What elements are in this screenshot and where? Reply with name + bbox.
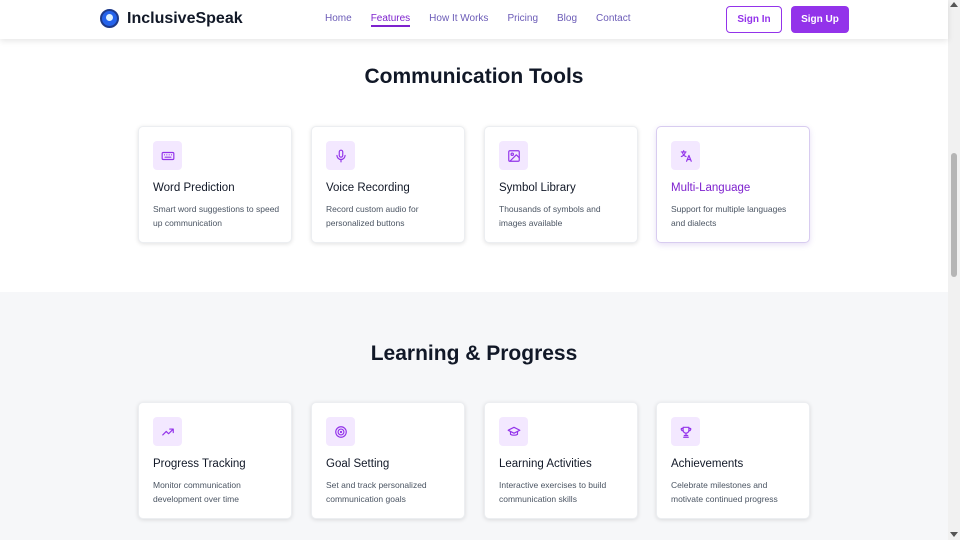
trophy-icon <box>671 417 700 446</box>
card-title: Multi-Language <box>671 182 751 194</box>
card-title: Symbol Library <box>499 182 576 194</box>
card-title: Learning Activities <box>499 458 592 470</box>
feature-card-goal-setting[interactable]: Goal Setting Set and track personalized … <box>311 402 465 519</box>
card-description: Interactive exercises to build communica… <box>499 480 607 504</box>
logo-icon <box>100 9 119 28</box>
top-navbar: InclusiveSpeak Home Features How It Work… <box>0 0 948 39</box>
card-title: Progress Tracking <box>153 458 246 470</box>
keyboard-icon <box>153 141 182 170</box>
scroll-up-arrow-icon[interactable] <box>950 2 958 7</box>
brand-name: InclusiveSpeak <box>127 9 243 27</box>
feature-card-achievements[interactable]: Achievements Celebrate milestones and mo… <box>656 402 810 519</box>
graduation-cap-icon <box>499 417 528 446</box>
vertical-scrollbar[interactable] <box>948 0 960 540</box>
feature-card-voice-recording[interactable]: Voice Recording Record custom audio for … <box>311 126 465 243</box>
nav-link-home[interactable]: Home <box>325 13 352 27</box>
feature-card-word-prediction[interactable]: Word Prediction Smart word suggestions t… <box>138 126 292 243</box>
card-description: Set and track personalized communication… <box>326 480 427 504</box>
nav-link-features[interactable]: Features <box>370 13 411 27</box>
card-title: Goal Setting <box>326 458 390 470</box>
feature-card-learning-activities[interactable]: Learning Activities Interactive exercise… <box>484 402 638 519</box>
scrollbar-thumb[interactable] <box>951 153 957 277</box>
feature-card-progress-tracking[interactable]: Progress Tracking Monitor communication … <box>138 402 292 519</box>
section-title: Learning & Progress <box>370 342 578 365</box>
nav-link-blog[interactable]: Blog <box>557 13 577 27</box>
card-description: Smart word suggestions to speed up commu… <box>153 204 280 228</box>
nav-links: Home Features How It Works Pricing Blog … <box>325 13 650 27</box>
feature-card-multi-language[interactable]: Multi-Language Support for multiple lang… <box>656 126 810 243</box>
card-title: Word Prediction <box>153 182 235 194</box>
microphone-icon <box>326 141 355 170</box>
sign-in-button[interactable]: Sign In <box>726 6 782 33</box>
learning-progress-section: Learning & Progress Progress Tracking Mo… <box>0 292 948 540</box>
communication-tools-section: Communication Tools Word Prediction Smar… <box>0 39 948 292</box>
nav-link-how-it-works[interactable]: How It Works <box>429 13 488 27</box>
sign-up-button[interactable]: Sign Up <box>791 6 849 33</box>
card-description: Monitor communication development over t… <box>153 480 241 504</box>
card-description: Record custom audio for personalized but… <box>326 204 419 228</box>
section-title: Communication Tools <box>364 65 584 88</box>
translate-icon <box>671 141 700 170</box>
card-title: Voice Recording <box>326 182 410 194</box>
trending-up-icon <box>153 417 182 446</box>
card-title: Achievements <box>671 458 744 470</box>
nav-link-pricing[interactable]: Pricing <box>507 13 538 27</box>
target-icon <box>326 417 355 446</box>
card-description: Support for multiple languages and diale… <box>671 204 787 228</box>
brand-logo[interactable]: InclusiveSpeak <box>100 9 243 28</box>
scroll-down-arrow-icon[interactable] <box>950 532 958 537</box>
card-description: Celebrate milestones and motivate contin… <box>671 480 778 504</box>
card-description: Thousands of symbols and images availabl… <box>499 204 601 228</box>
feature-card-symbol-library[interactable]: Symbol Library Thousands of symbols and … <box>484 126 638 243</box>
nav-link-contact[interactable]: Contact <box>596 13 630 27</box>
image-icon <box>499 141 528 170</box>
